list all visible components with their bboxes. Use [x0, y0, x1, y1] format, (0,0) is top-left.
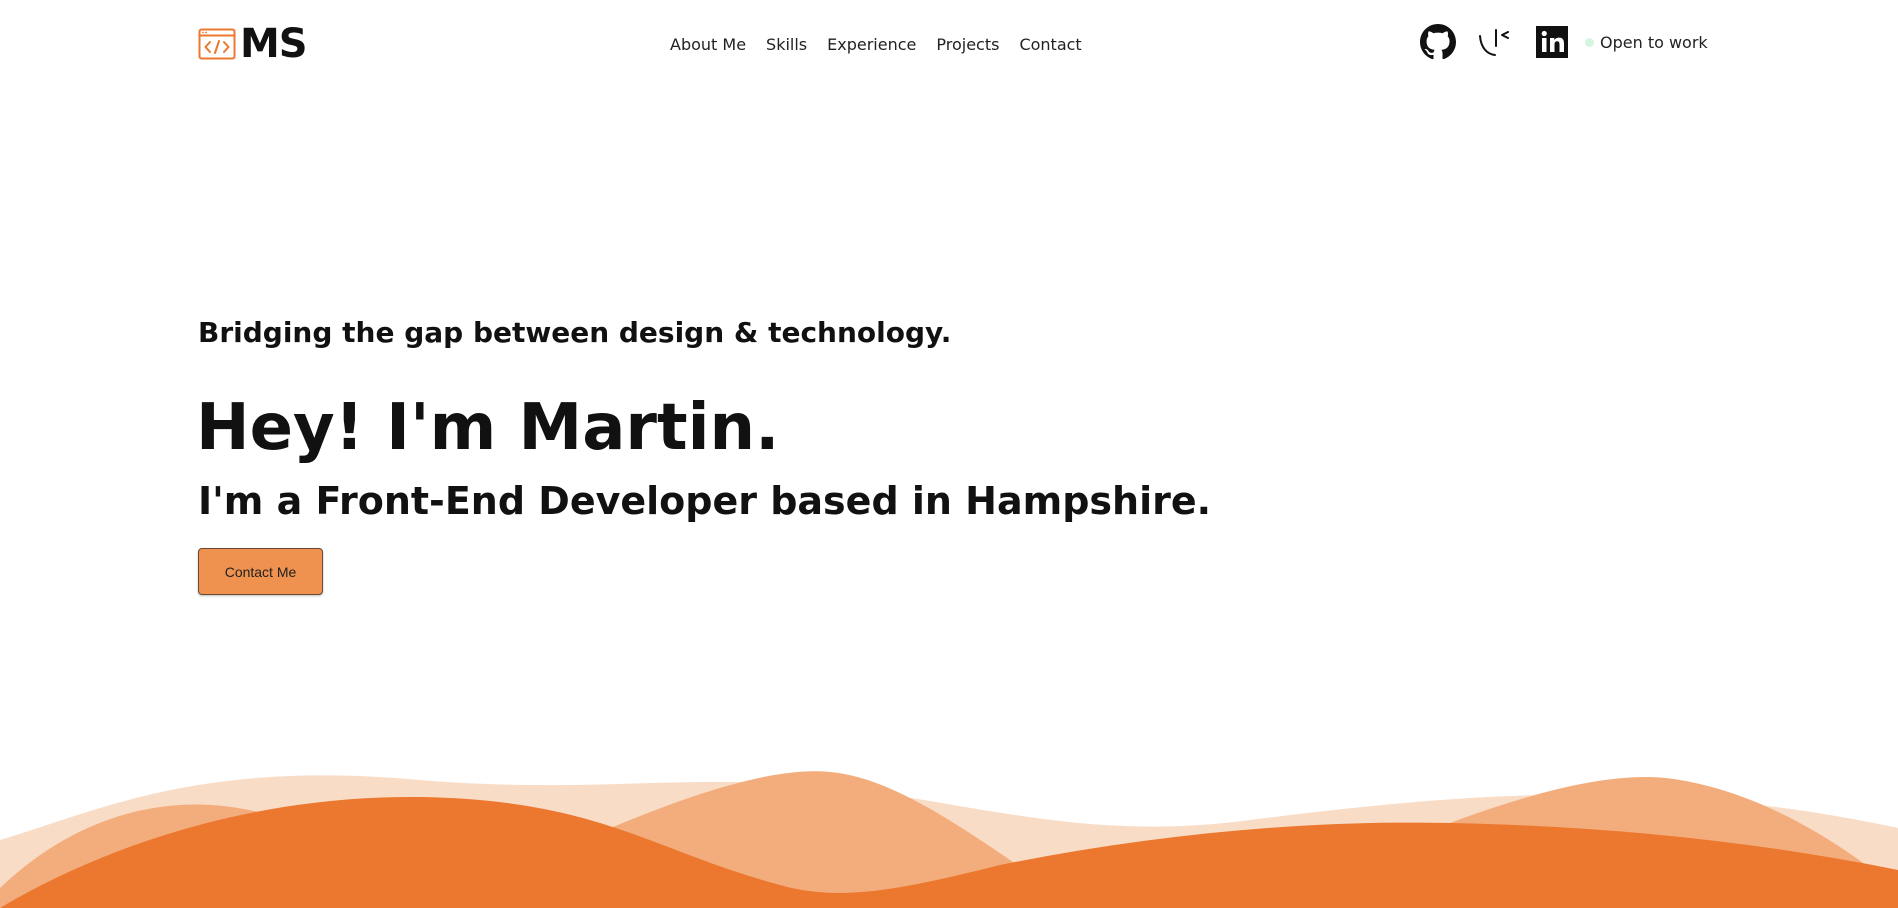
availability-status: Open to work [1585, 33, 1708, 52]
kaggle-style-link[interactable] [1477, 24, 1513, 60]
decorative-waves [0, 771, 1898, 908]
linkedin-icon [1536, 26, 1568, 58]
contact-me-button[interactable]: Contact Me [198, 548, 323, 595]
site-header: MS About Me Skills Experience Projects C… [0, 0, 1898, 90]
nav-projects[interactable]: Projects [936, 35, 999, 54]
nav-experience[interactable]: Experience [827, 35, 916, 54]
page: MS About Me Skills Experience Projects C… [0, 0, 1898, 908]
kaggle-style-icon [1479, 29, 1509, 56]
github-icon [1420, 24, 1456, 60]
code-window-icon [198, 28, 236, 60]
github-link[interactable] [1420, 24, 1456, 60]
status-dot [1585, 37, 1594, 47]
nav-about-me[interactable]: About Me [670, 35, 746, 54]
nav-contact[interactable]: Contact [1019, 35, 1081, 54]
hero-title: Hey! I'm Martin. [196, 391, 780, 465]
logo-text: MS [240, 21, 308, 67]
nav-skills[interactable]: Skills [766, 35, 807, 54]
hero-tagline: Bridging the gap between design & techno… [198, 316, 952, 349]
hero-subtitle: I'm a Front-End Developer based in Hamps… [198, 479, 1212, 523]
status-text: Open to work [1600, 32, 1708, 52]
social-links: Open to work [1420, 24, 1708, 60]
linkedin-link[interactable] [1534, 24, 1570, 60]
logo[interactable]: MS [198, 21, 308, 67]
main-nav: About Me Skills Experience Projects Cont… [670, 35, 1082, 54]
